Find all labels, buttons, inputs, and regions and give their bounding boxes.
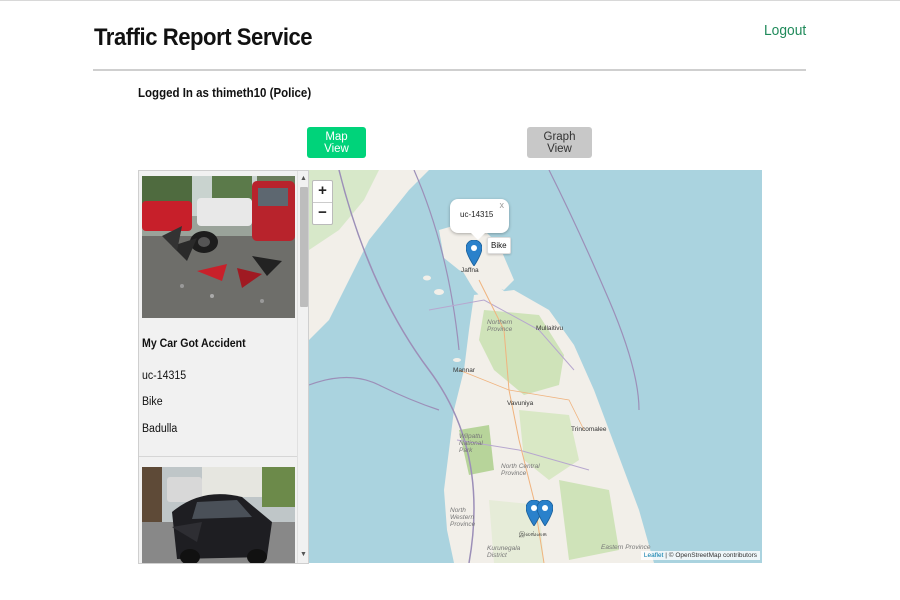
report-card[interactable]: My Car Got Accident uc-14315 Bike Badull… — [139, 171, 297, 457]
report-list-scrollbar[interactable]: ▲ ▼ — [297, 171, 308, 563]
map-marker-icon[interactable] — [537, 500, 553, 526]
map-label-jaffna: Jaffna — [461, 267, 479, 274]
leaflet-link[interactable]: Leaflet — [644, 552, 664, 559]
report-location: Badulla — [142, 423, 178, 435]
accident-photo — [142, 467, 295, 563]
map-label-wilpattu: Wilpattu National Park — [459, 433, 483, 454]
report-card[interactable] — [139, 463, 297, 563]
scroll-up-arrow-icon[interactable]: ▲ — [300, 175, 307, 182]
map-label-vavuniya: Vavuniya — [507, 400, 534, 407]
popup-text: uc-14315 — [460, 210, 494, 219]
logout-link[interactable]: Logout — [764, 22, 806, 39]
zoom-out-button[interactable]: − — [313, 203, 332, 224]
map-label-kurunegala: Kurunegala District — [487, 545, 521, 559]
zoom-in-button[interactable]: + — [313, 181, 332, 203]
scroll-thumb[interactable] — [300, 187, 308, 307]
map-attribution: Leaflet | © OpenStreetMap contributors — [640, 551, 760, 560]
top-border — [0, 0, 900, 1]
report-vehicle: Bike — [142, 396, 163, 408]
map-label-sri-lanka: இலங்கை — [519, 531, 547, 538]
popup-close-icon[interactable]: x — [500, 200, 505, 210]
scroll-down-arrow-icon[interactable]: ▼ — [300, 551, 307, 558]
map-label-north-western: North Western Province — [450, 507, 476, 528]
marker-tooltip: Bike — [487, 237, 511, 254]
attribution-text: | © OpenStreetMap contributors — [663, 552, 757, 559]
map-label-mullaitivu: Mullaitivu — [536, 325, 564, 332]
map-label-eastern-province: Eastern Province — [601, 544, 651, 551]
logged-in-status: Logged In as thimeth10 (Police) — [138, 86, 312, 100]
report-id: uc-14315 — [142, 370, 187, 382]
page-title: Traffic Report Service — [94, 24, 313, 51]
map-label-northern-province: Northern Province — [487, 319, 513, 333]
map-view[interactable]: Jaffna Northern Province Mullaitivu Mann… — [309, 170, 762, 563]
report-title: My Car Got Accident — [142, 338, 246, 350]
map-label-north-central: North Central Province — [501, 463, 540, 477]
header-divider — [93, 69, 806, 71]
map-view-button[interactable]: Map View — [307, 127, 366, 158]
accident-photo — [142, 176, 295, 318]
map-marker-icon[interactable] — [466, 240, 482, 266]
map-popup: uc-14315 x — [450, 199, 509, 240]
graph-view-button[interactable]: Graph View — [527, 127, 592, 158]
map-label-mannar: Mannar — [453, 367, 476, 374]
report-list[interactable]: My Car Got Accident uc-14315 Bike Badull… — [138, 170, 309, 564]
zoom-control: + − — [312, 180, 333, 225]
map-label-trincomalee: Trincomalee — [571, 426, 607, 433]
